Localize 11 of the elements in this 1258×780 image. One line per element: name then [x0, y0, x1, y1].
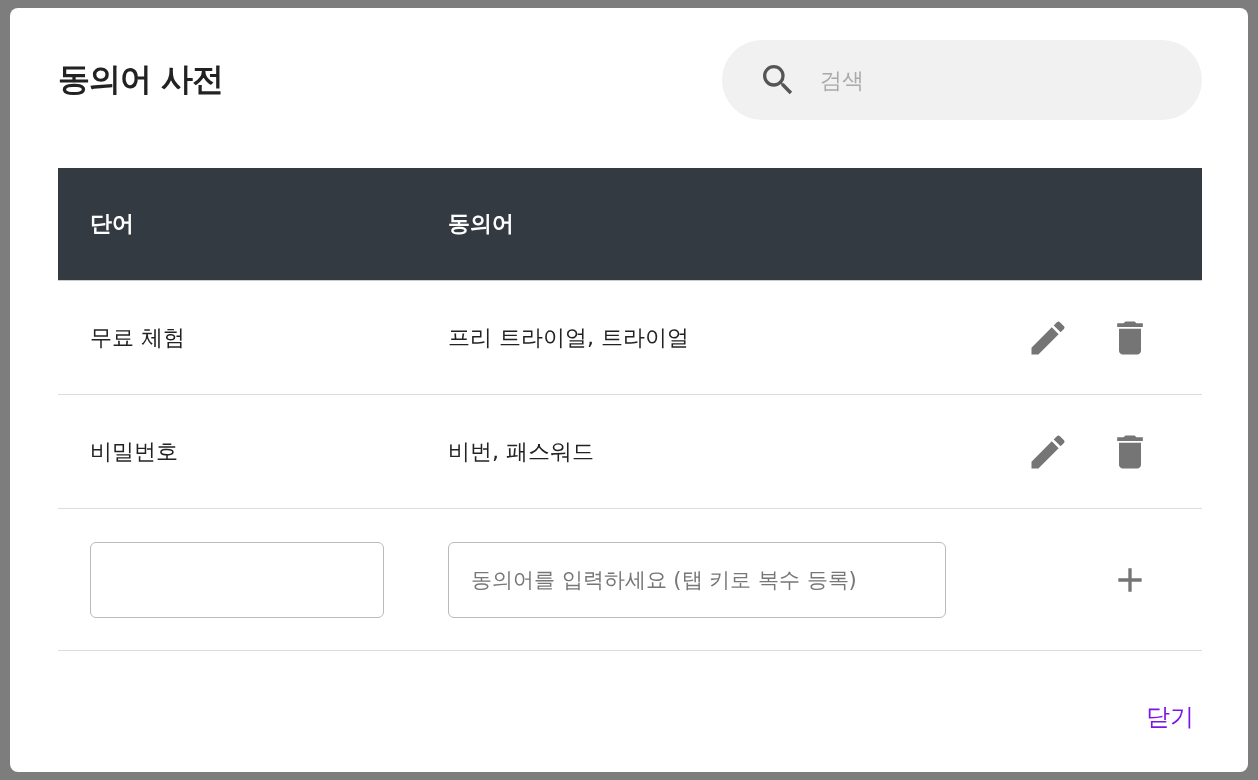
word-cell-text: 비밀번호 — [89, 437, 179, 466]
column-header: 단어 — [89, 210, 135, 238]
synonyms-input[interactable]: 동의어를 입력하세요 (탭 키로 복수 등록) — [448, 541, 946, 618]
close-button[interactable]: 닫기 — [1138, 697, 1202, 737]
synonyms-cell-text: 프리 트라이얼, 트라이얼 — [448, 323, 690, 352]
synonyms-cell-text: 비번, 패스워드 — [448, 437, 595, 466]
word-input[interactable] — [90, 541, 384, 618]
search-field[interactable]: 검색 — [722, 40, 1202, 120]
column-header: 동의어 — [448, 210, 515, 238]
dialog-title: 동의어 사전 — [58, 59, 224, 100]
word-cell-text: 무료 체험 — [89, 323, 186, 352]
